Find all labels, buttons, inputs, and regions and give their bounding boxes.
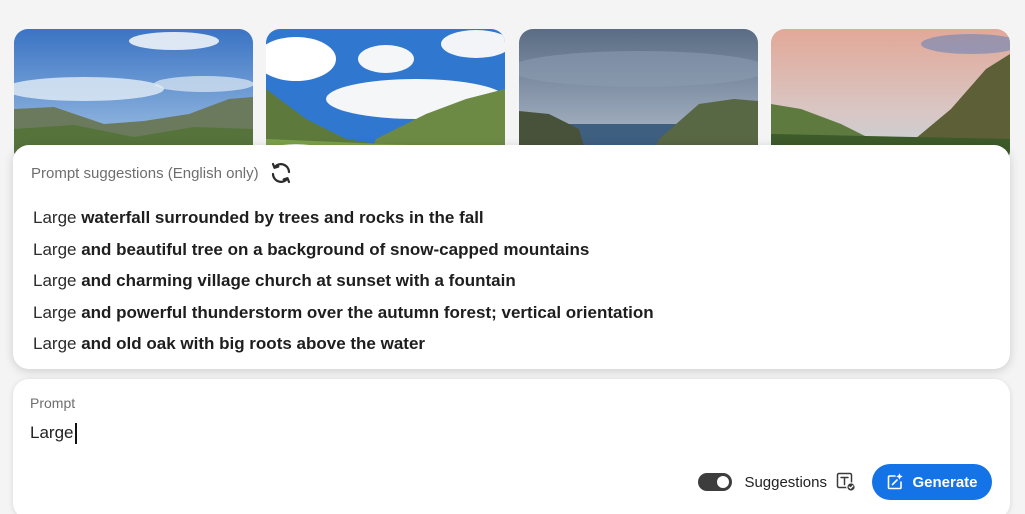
suggestion-item[interactable]: Large and powerful thunderstorm over the…	[33, 297, 654, 329]
generate-label: Generate	[912, 473, 978, 491]
generate-button[interactable]: Generate	[872, 464, 992, 500]
suggestion-prefix: Large	[33, 271, 82, 290]
suggestion-item[interactable]: Large and beautiful tree on a background…	[33, 234, 654, 266]
suggestions-header: Prompt suggestions (English only)	[31, 161, 293, 185]
prompt-input[interactable]: Large	[30, 422, 78, 444]
suggestion-item[interactable]: Large and old oak with big roots above t…	[33, 328, 654, 360]
suggestion-prefix: Large	[33, 208, 82, 227]
prompt-label: Prompt	[30, 395, 76, 411]
suggestion-text: and old oak with big roots above the wat…	[81, 334, 426, 353]
suggestions-title: Prompt suggestions (English only)	[31, 164, 259, 182]
sparkle-edit-icon	[886, 473, 904, 491]
suggestion-item[interactable]: Large and charming village church at sun…	[33, 265, 654, 297]
image-gallery	[0, 0, 1025, 164]
suggestion-text: and charming village church at sunset wi…	[81, 271, 516, 290]
suggestion-text: waterfall surrounded by trees and rocks …	[81, 208, 484, 227]
suggestion-text: and beautiful tree on a background of sn…	[81, 239, 590, 259]
suggestions-toggle[interactable]	[698, 473, 733, 491]
suggestion-prefix: Large	[33, 239, 82, 259]
prompt-value: Large	[30, 423, 74, 442]
gallery-image-1[interactable]	[14, 29, 253, 164]
gallery-image-4[interactable]	[771, 29, 1010, 164]
suggestions-label: Suggestions	[744, 473, 827, 491]
toggle-knob	[717, 476, 730, 488]
gallery-image-2[interactable]	[266, 29, 505, 164]
prompt-suggestions-panel: Prompt suggestions (English only) Large …	[13, 145, 1010, 369]
text-caret	[75, 422, 78, 444]
suggestion-prefix: Large	[33, 334, 82, 353]
gallery-image-3[interactable]	[519, 29, 758, 164]
refresh-icon[interactable]	[269, 161, 293, 185]
suggestion-item[interactable]: Large waterfall surrounded by trees and …	[33, 202, 654, 234]
suggestions-list: Large waterfall surrounded by trees and …	[33, 202, 654, 360]
suggestion-text: and powerful thunderstorm over the autum…	[81, 302, 654, 322]
prompt-controls: Suggestions Generate	[698, 464, 992, 500]
text-check-icon[interactable]	[836, 472, 856, 492]
suggestion-prefix: Large	[33, 302, 82, 322]
prompt-panel: Prompt Large Suggestions Generate	[13, 379, 1010, 514]
